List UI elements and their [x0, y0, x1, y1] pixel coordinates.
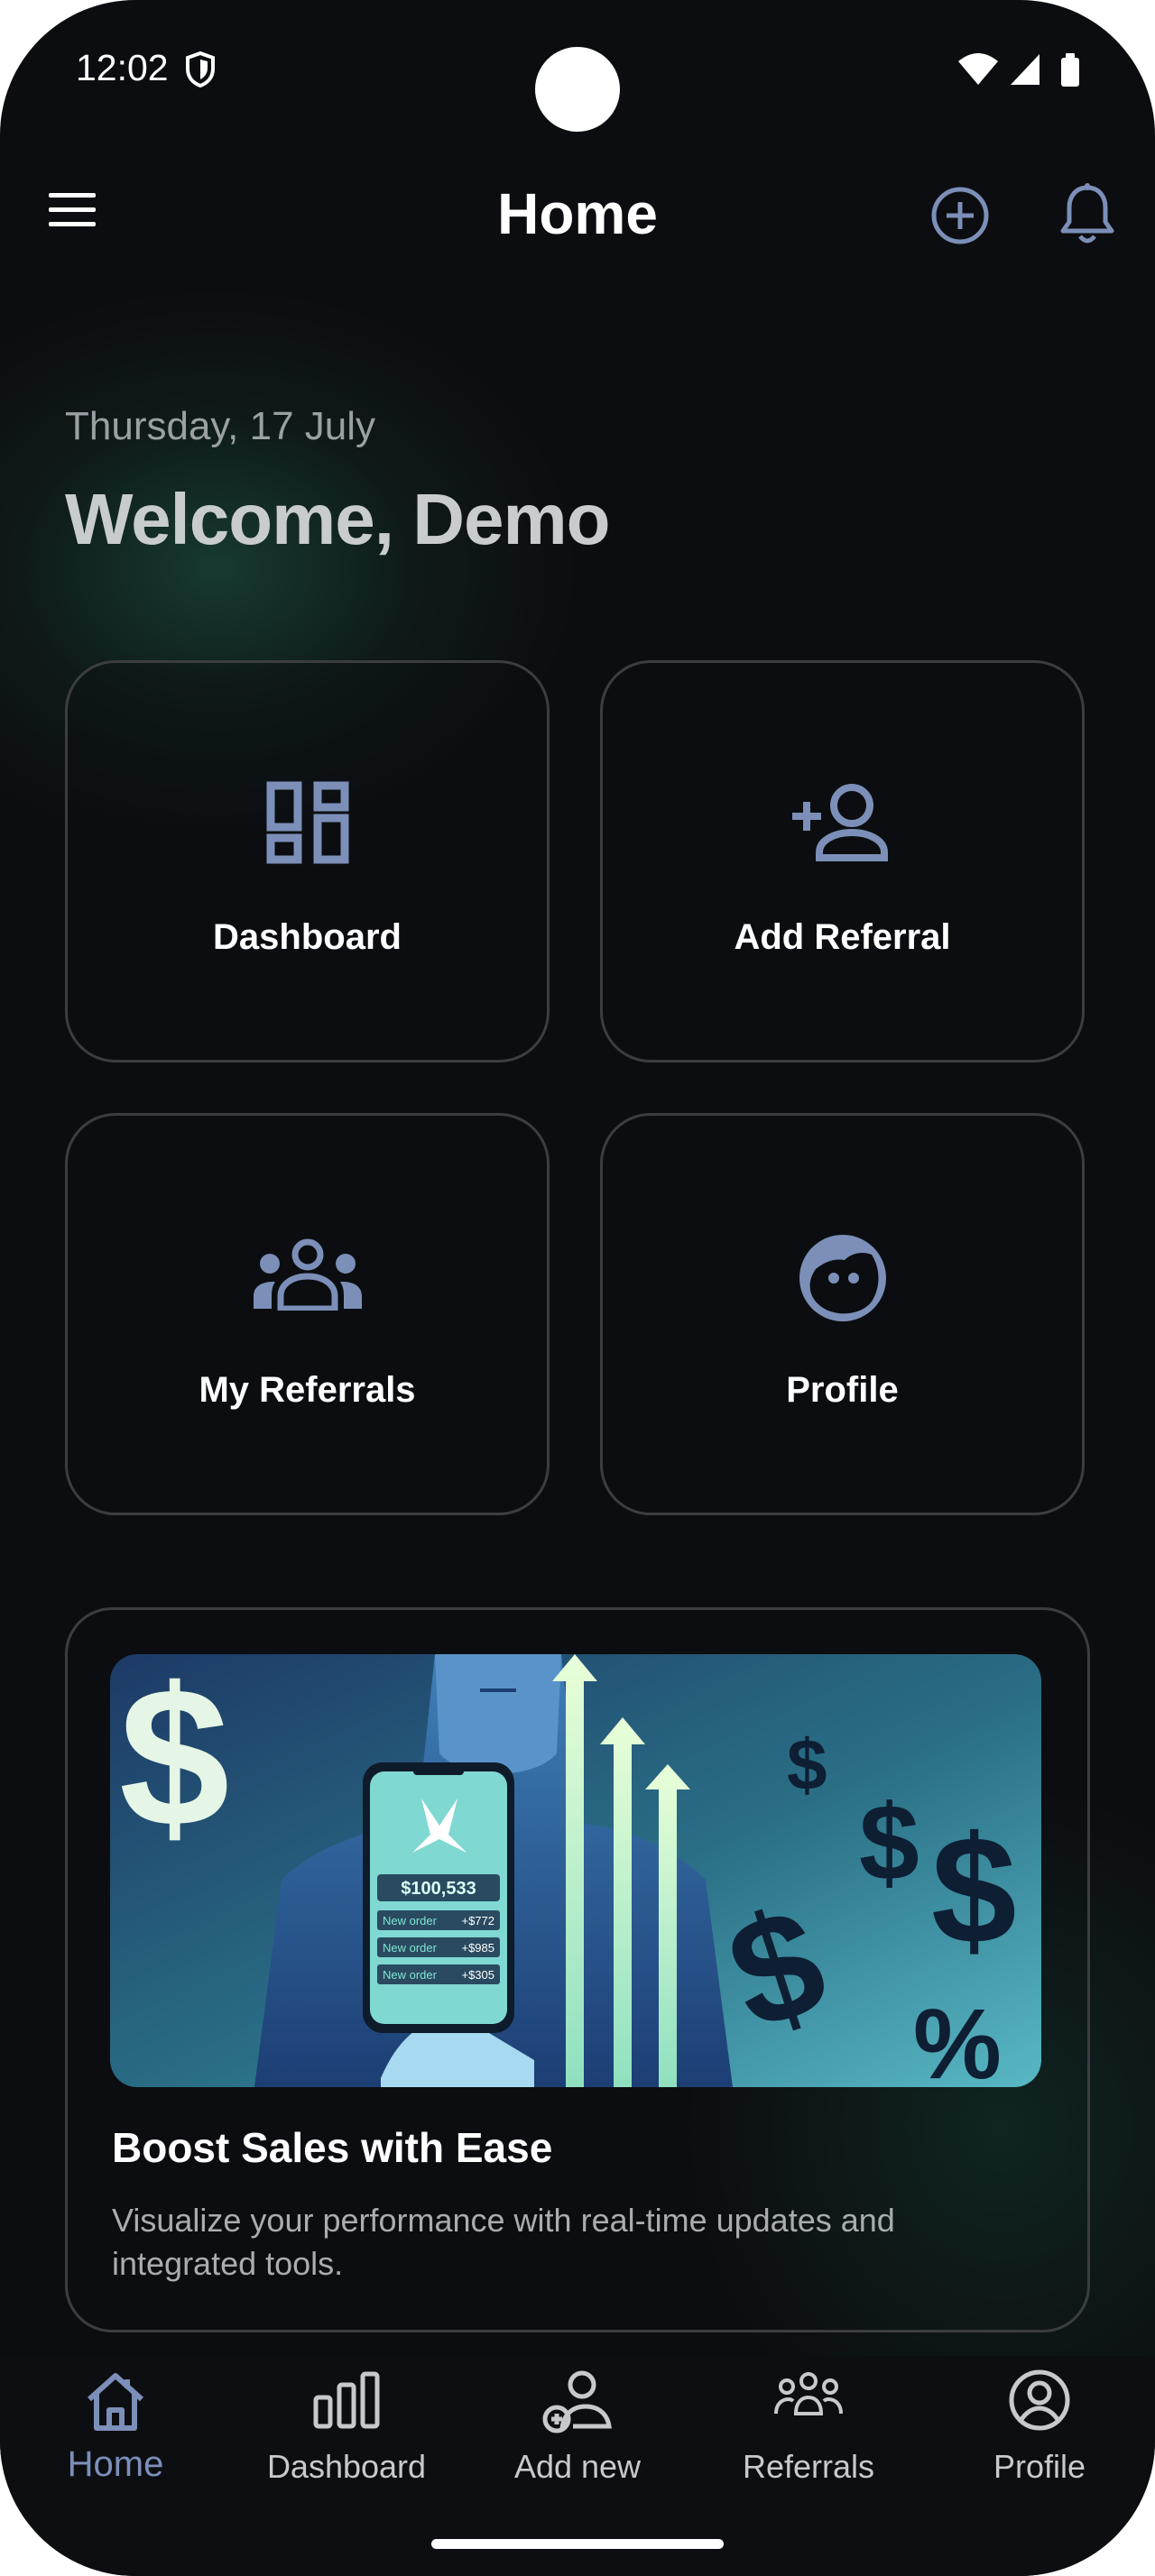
system-icons: [956, 51, 1092, 93]
nav-dashboard[interactable]: Dashboard: [256, 2369, 437, 2495]
signal-icon: [1011, 54, 1040, 85]
tile-dashboard[interactable]: Dashboard: [65, 660, 550, 1063]
promo-description: Visualize your performance with real-tim…: [112, 2202, 895, 2282]
svg-text:$: $: [787, 1725, 827, 1805]
wifi-icon: [958, 53, 998, 85]
illustration-order-value: +$985: [461, 1941, 494, 1955]
tile-label: Profile: [786, 1370, 899, 1410]
svg-text:$: $: [119, 1654, 229, 1868]
promo-title: Boost Sales with Ease: [112, 2124, 553, 2171]
illustration-order-label: New order: [383, 1968, 438, 1982]
tile-label: My Referrals: [199, 1370, 416, 1410]
phone-screen: 12:02 Home Thursday, 17 July Welcome, De…: [0, 0, 1155, 2576]
notifications-button[interactable]: [1058, 182, 1117, 252]
add-circle-icon: [929, 187, 991, 250]
tile-add-referral[interactable]: Add Referral: [600, 660, 1085, 1063]
illustration-order-label: New order: [383, 1914, 438, 1927]
tile-label: Add Referral: [734, 917, 951, 957]
nav-label: Home: [67, 2444, 164, 2484]
date-label: Thursday, 17 July: [65, 404, 376, 448]
illustration-order-value: +$305: [461, 1968, 494, 1982]
tile-profile[interactable]: Profile: [600, 1113, 1085, 1515]
bell-icon: [1058, 183, 1117, 251]
status-time: 12:02: [76, 47, 169, 88]
nav-add-new[interactable]: Add new: [487, 2369, 668, 2495]
illustration-amount: $100,533: [401, 1879, 476, 1899]
nav-label: Referrals: [742, 2448, 875, 2485]
welcome-heading: Welcome, Demo: [65, 479, 610, 559]
group-icon: [68, 1238, 547, 1315]
nav-home[interactable]: Home: [25, 2369, 206, 2495]
illustration-order-value: +$772: [461, 1914, 494, 1927]
status-bar: 12:02: [0, 0, 1155, 135]
nav-referrals[interactable]: Referrals: [718, 2369, 899, 2495]
shield-icon: [184, 51, 217, 93]
home-icon: [25, 2369, 206, 2438]
illustration-order-label: New order: [383, 1941, 438, 1955]
svg-text:$: $: [859, 1782, 919, 1903]
promo-illustration: $ $100,533 New order +$772 New order +$9…: [110, 1654, 1041, 2087]
nav-profile[interactable]: Profile: [949, 2369, 1130, 2495]
battery-icon: [1061, 53, 1079, 87]
add-button[interactable]: [929, 185, 991, 251]
add-person-icon: [603, 780, 1082, 869]
face-icon: [603, 1233, 1082, 1328]
home-indicator[interactable]: [431, 2539, 724, 2549]
dashboard-icon: [68, 780, 547, 869]
add-person-icon: [487, 2369, 668, 2440]
tile-my-referrals[interactable]: My Referrals: [65, 1113, 550, 1515]
account-circle-icon: [949, 2369, 1130, 2436]
camera-cutout: [535, 47, 620, 132]
tile-label: Dashboard: [213, 917, 402, 957]
nav-label: Add new: [513, 2448, 642, 2485]
group-icon: [718, 2369, 899, 2427]
nav-label: Dashboard: [266, 2448, 427, 2485]
svg-text:%: %: [913, 1989, 1002, 2087]
nav-label: Profile: [993, 2448, 1086, 2485]
svg-text:$: $: [931, 1805, 1017, 1976]
bar-chart-icon: [256, 2369, 437, 2434]
